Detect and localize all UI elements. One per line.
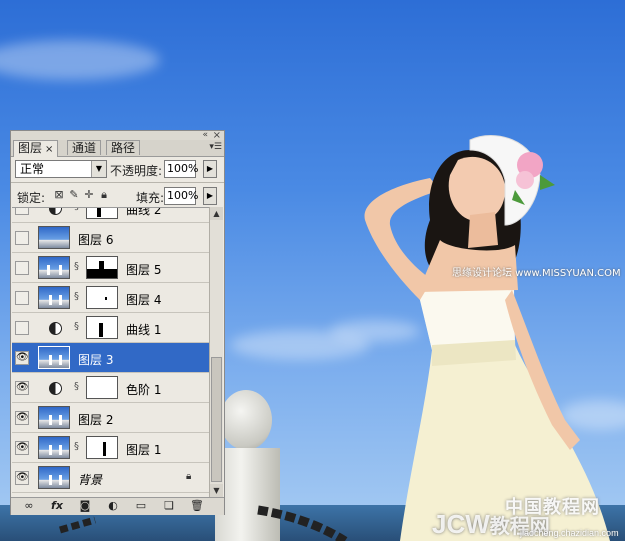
opacity-input[interactable]: 100%	[164, 160, 198, 178]
link-layers-icon[interactable]: ∞	[21, 499, 37, 512]
panel-tabs: 图层 × 通道 路径 ▾☰	[11, 140, 224, 157]
tab-label: 路径	[111, 141, 136, 155]
tab-channels[interactable]: 通道	[67, 140, 102, 155]
lock-label: 锁定:	[17, 191, 46, 205]
layer-name: 曲线 1	[126, 323, 162, 337]
tab-label: 通道	[72, 141, 97, 155]
visibility-toggle[interactable]	[15, 231, 29, 245]
layer-thumbnail	[38, 346, 70, 369]
layers-scrollbar[interactable]: ▲ ▼	[209, 207, 223, 497]
link-icon: §	[74, 291, 79, 302]
lock-all-icon[interactable]: 🔒︎	[98, 188, 110, 202]
layer-thumbnail	[38, 256, 70, 279]
eye-icon[interactable]: 👁︎	[15, 351, 29, 365]
link-icon: §	[74, 208, 79, 212]
layer-row[interactable]: 👁︎ § 图层 1	[12, 433, 209, 463]
layer-name: 图层 4	[126, 293, 162, 307]
add-mask-icon[interactable]: ◙	[77, 499, 93, 512]
layer-name: 图层 1	[126, 443, 162, 457]
opacity-label: 不透明度:	[110, 164, 163, 178]
layer-mask-thumbnail[interactable]	[86, 316, 118, 339]
layer-name: 图层 6	[78, 233, 114, 247]
new-layer-icon[interactable]: ❏	[161, 499, 177, 512]
layer-row[interactable]: § 曲线 1	[12, 313, 209, 343]
divider	[11, 182, 224, 183]
layer-row-background[interactable]: 👁︎ 背景 🔒︎	[12, 463, 209, 493]
layer-row[interactable]: § 曲线 2	[12, 207, 209, 223]
layer-name: 图层 2	[78, 413, 114, 427]
fill-input[interactable]: 100%	[164, 187, 198, 205]
layer-thumbnail	[38, 286, 70, 309]
layer-mask-thumbnail[interactable]	[86, 256, 118, 279]
opacity-slider-button[interactable]: ▶	[203, 160, 217, 178]
adjustment-layer-icon[interactable]: ◐	[105, 499, 121, 512]
layer-thumbnail	[38, 436, 70, 459]
tab-layers[interactable]: 图层 ×	[13, 140, 59, 157]
visibility-toggle[interactable]	[15, 261, 29, 275]
eye-icon[interactable]: 👁︎	[15, 381, 29, 395]
blend-row: 正常 ▼ 不透明度: 100% ▶	[11, 158, 224, 182]
panel-menu-icon[interactable]: ▾☰	[209, 142, 222, 152]
layers-panel: « × 图层 × 通道 路径 ▾☰ 正常 ▼ 不透明度: 100% ▶ 锁定: ⊠…	[10, 130, 225, 515]
watermark-url: jiaocheng.chazidian.com	[520, 528, 619, 538]
lock-position-icon[interactable]: ✛	[83, 188, 95, 201]
layer-row[interactable]: 👁︎ 图层 2	[12, 403, 209, 433]
lock-pixels-icon[interactable]: ✎	[68, 188, 80, 201]
link-icon: §	[74, 441, 79, 452]
tab-label: 图层	[18, 141, 43, 155]
layer-name: 色阶 1	[126, 383, 162, 397]
adjustment-icon	[49, 208, 62, 215]
layer-mask-thumbnail[interactable]	[86, 286, 118, 309]
fill-label: 填充:	[136, 191, 165, 205]
panel-footer: ∞ fx ◙ ◐ ▭ ❏ 🗑︎	[11, 497, 224, 515]
layer-name: 图层 5	[126, 263, 162, 277]
visibility-toggle[interactable]	[15, 208, 29, 215]
delete-layer-icon[interactable]: 🗑︎	[189, 499, 205, 512]
blend-mode-value: 正常	[20, 162, 45, 176]
lock-row: 锁定: ⊠ ✎ ✛ 🔒︎ 填充: 100% ▶	[11, 185, 224, 207]
scroll-thumb[interactable]	[211, 357, 222, 482]
tab-paths[interactable]: 路径	[106, 140, 141, 155]
layer-row[interactable]: 图层 6	[12, 223, 209, 253]
layer-mask-thumbnail[interactable]	[86, 376, 118, 399]
layer-thumbnail	[38, 466, 70, 489]
lock-transparency-icon[interactable]: ⊠	[53, 188, 65, 201]
layer-row[interactable]: 👁︎ § 色阶 1	[12, 373, 209, 403]
layer-name: 背景	[78, 473, 103, 487]
layer-thumbnail	[38, 406, 70, 429]
layer-name: 曲线 2	[126, 207, 162, 217]
eye-icon[interactable]: 👁︎	[15, 471, 29, 485]
collapse-icon[interactable]: «	[202, 130, 208, 140]
scroll-down-icon[interactable]: ▼	[210, 484, 223, 497]
watermark-site: 思缘设计论坛 www.MISSYUAN.COM	[452, 268, 621, 279]
tab-close-icon[interactable]: ×	[45, 144, 53, 155]
link-icon: §	[74, 321, 79, 332]
scroll-up-icon[interactable]: ▲	[210, 207, 223, 220]
link-icon: §	[74, 261, 79, 272]
layer-style-icon[interactable]: fx	[49, 499, 65, 512]
layer-mask-thumbnail[interactable]	[86, 436, 118, 459]
lock-icon: 🔒︎	[186, 471, 192, 482]
blend-mode-select[interactable]: 正常 ▼	[15, 160, 107, 178]
layer-row[interactable]: § 图层 5	[12, 253, 209, 283]
eye-icon[interactable]: 👁︎	[15, 441, 29, 455]
adjustment-icon	[49, 382, 62, 395]
adjustment-icon	[49, 322, 62, 335]
layer-row[interactable]: § 图层 4	[12, 283, 209, 313]
layer-thumbnail	[38, 226, 70, 249]
link-icon: §	[74, 381, 79, 392]
layer-row-selected[interactable]: 👁︎ 图层 3	[12, 343, 209, 373]
fill-slider-button[interactable]: ▶	[203, 187, 217, 205]
visibility-toggle[interactable]	[15, 321, 29, 335]
watermark-logo-big: JCW	[432, 509, 490, 539]
layer-mask-thumbnail[interactable]	[86, 208, 118, 219]
layer-name: 图层 3	[78, 353, 114, 367]
visibility-toggle[interactable]	[15, 291, 29, 305]
new-group-icon[interactable]: ▭	[133, 499, 149, 512]
chevron-down-icon[interactable]: ▼	[91, 161, 106, 177]
layers-list: § 曲线 2 图层 6 § 图层 5 § 图层 4	[12, 207, 209, 498]
eye-icon[interactable]: 👁︎	[15, 411, 29, 425]
panel-titlebar[interactable]: « ×	[11, 130, 224, 141]
